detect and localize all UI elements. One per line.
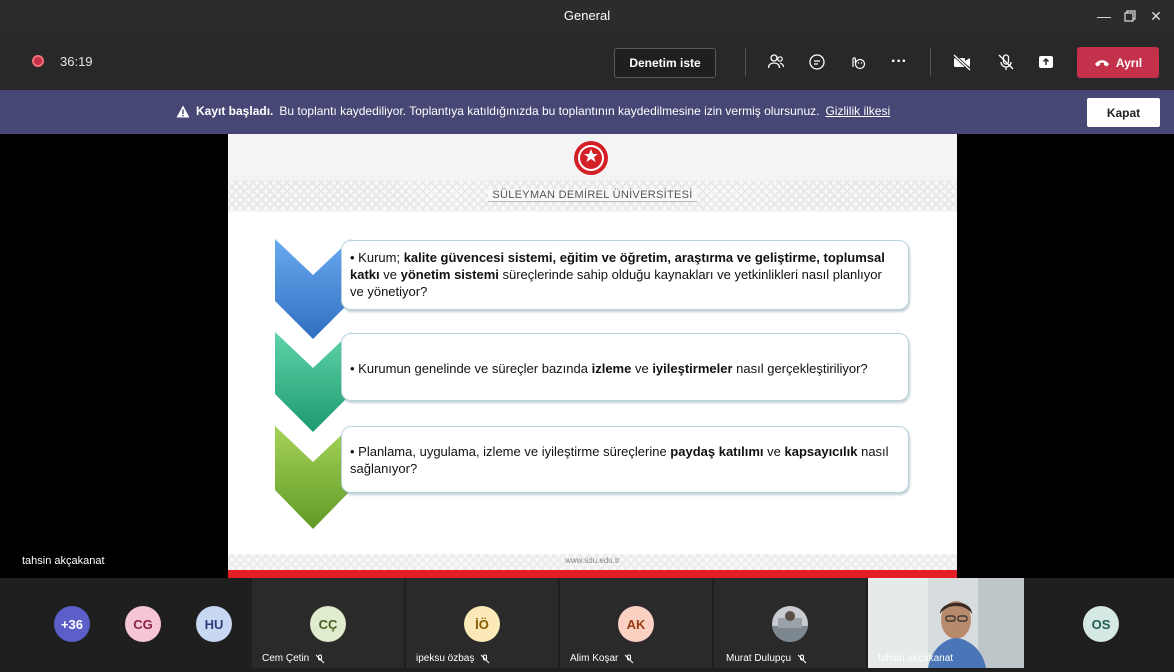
leave-button[interactable]: Ayrıl	[1077, 47, 1159, 78]
slide-bullet-3: • Planlama, uygulama, izleme ve iyileşti…	[341, 426, 909, 493]
toolbar-divider	[930, 48, 931, 76]
participant-tile[interactable]: İÖ ipeksu özbaş	[406, 578, 558, 668]
meeting-timer: 36:19	[60, 54, 93, 69]
participant-name: Alim Koşar	[570, 653, 634, 664]
phone-hangup-icon	[1094, 59, 1109, 66]
banner-message: Bu toplantı kaydediliyor. Toplantıya kat…	[279, 104, 820, 118]
mic-off-icon	[481, 654, 490, 663]
presenter-name: tahsin akçakanat	[22, 555, 105, 567]
teams-meeting-window: General — ✕ 36:19 Denetim iste ··· Ayrıl…	[0, 0, 1174, 672]
mic-off-icon	[797, 654, 807, 663]
slide-bullet-1: • Kurum; kalite güvencesi sistemi, eğiti…	[341, 240, 909, 310]
overflow-participants-badge[interactable]: +36	[54, 606, 90, 642]
slide-footer: www.sdu.edu.tr	[228, 554, 957, 570]
slide-footer-url: www.sdu.edu.tr	[565, 556, 620, 565]
chat-icon[interactable]	[803, 48, 831, 76]
participant-avatar: İÖ	[464, 606, 500, 642]
participant-avatar: AK	[618, 606, 654, 642]
university-name: SÜLEYMAN DEMİREL ÜNİVERSİTESİ	[228, 189, 957, 202]
participant-name: Cem Çetin	[262, 653, 325, 664]
participant-tile[interactable]: AK Alim Koşar	[560, 578, 712, 668]
participant-tile[interactable]: Murat Dulupçu	[714, 578, 866, 668]
toolbar-divider	[745, 48, 746, 76]
close-window-icon[interactable]: ✕	[1138, 0, 1174, 32]
participants-icon[interactable]	[762, 48, 790, 76]
recording-banner: Kayıt başladı. Bu toplantı kaydediliyor.…	[0, 90, 1174, 134]
reactions-icon[interactable]	[843, 48, 871, 76]
slide-header: SÜLEYMAN DEMİREL ÜNİVERSİTESİ	[228, 134, 957, 212]
meeting-toolbar: 36:19 Denetim iste ··· Ayrıl	[0, 32, 1174, 90]
slide-red-bar	[228, 570, 957, 578]
participant-name: ipeksu özbaş	[416, 653, 490, 664]
participant-avatar[interactable]: CG	[125, 606, 161, 642]
recording-icon	[32, 55, 44, 67]
participant-video-tile[interactable]: tahsin akçakanat	[868, 578, 1024, 668]
title-bar: General — ✕	[0, 0, 1174, 32]
camera-off-icon[interactable]	[948, 48, 976, 76]
share-screen-icon[interactable]	[1032, 48, 1060, 76]
participant-avatar: CÇ	[310, 606, 346, 642]
window-title: General	[563, 8, 611, 23]
warning-icon	[176, 105, 190, 117]
mic-off-icon[interactable]	[992, 48, 1020, 76]
participant-avatar[interactable]: HU	[196, 606, 232, 642]
leave-label: Ayrıl	[1115, 55, 1143, 70]
participant-photo-avatar	[772, 606, 808, 642]
close-banner-button[interactable]: Kapat	[1087, 98, 1160, 127]
slide-bullet-2: • Kurumun genelinde ve süreçler bazında …	[341, 333, 909, 401]
university-logo	[574, 141, 608, 175]
request-control-button[interactable]: Denetim iste	[614, 48, 716, 78]
mic-off-icon	[315, 654, 325, 663]
participant-tile[interactable]: CÇ Cem Çetin	[252, 578, 404, 668]
privacy-policy-link[interactable]: Gizlilik ilkesi	[825, 104, 890, 118]
mic-off-icon	[625, 654, 634, 663]
participant-name: Murat Dulupçu	[726, 653, 807, 664]
banner-title: Kayıt başladı.	[196, 104, 274, 118]
participant-avatar[interactable]: OS	[1083, 606, 1119, 642]
more-options-icon[interactable]: ···	[885, 48, 913, 76]
presentation-slide: SÜLEYMAN DEMİREL ÜNİVERSİTESİ • Kurum; k…	[228, 134, 957, 578]
participant-name: tahsin akçakanat	[878, 653, 954, 664]
